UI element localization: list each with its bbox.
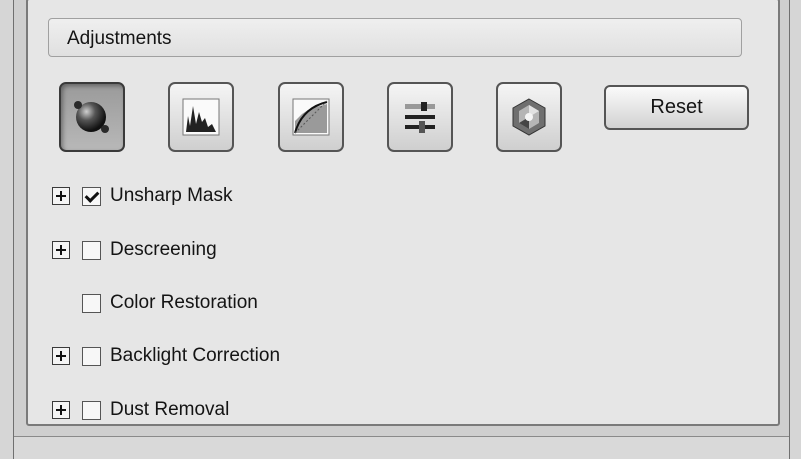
auto-exposure-icon — [71, 96, 113, 138]
backlight-correction-checkbox[interactable] — [82, 346, 101, 366]
expand-icon[interactable] — [52, 347, 70, 365]
option-backlight-correction: Backlight Correction — [52, 343, 280, 369]
histogram-icon — [180, 96, 222, 138]
descreening-checkbox[interactable] — [82, 240, 101, 260]
window-frame-right — [789, 0, 801, 459]
tone-curve-icon — [290, 96, 332, 138]
dust-removal-checkbox[interactable] — [82, 400, 101, 420]
window-frame-left — [0, 0, 14, 459]
image-adjustment-sliders-icon — [399, 96, 441, 138]
tone-correction-button[interactable] — [278, 82, 344, 152]
descreening-label[interactable]: Descreening — [110, 239, 217, 261]
expand-spacer — [52, 294, 70, 312]
section-title: Adjustments — [67, 28, 172, 49]
window-footer-strip — [14, 436, 789, 459]
color-palette-icon — [508, 96, 550, 138]
auto-exposure-button[interactable] — [59, 82, 125, 152]
expand-icon[interactable] — [52, 401, 70, 419]
dust-removal-label[interactable]: Dust Removal — [110, 399, 229, 421]
option-dust-removal: Dust Removal — [52, 397, 229, 423]
unsharp-mask-label[interactable]: Unsharp Mask — [110, 185, 233, 207]
color-restoration-label[interactable]: Color Restoration — [110, 292, 258, 314]
expand-icon[interactable] — [52, 241, 70, 259]
expand-icon[interactable] — [52, 187, 70, 205]
option-unsharp-mask: Unsharp Mask — [52, 183, 233, 209]
option-color-restoration: Color Restoration — [52, 290, 258, 316]
backlight-correction-label[interactable]: Backlight Correction — [110, 345, 280, 367]
adjustments-section-header[interactable]: Adjustments — [48, 18, 742, 57]
color-palette-button[interactable] — [496, 82, 562, 152]
option-descreening: Descreening — [52, 237, 217, 263]
histogram-adjustment-button[interactable] — [168, 82, 234, 152]
color-restoration-checkbox[interactable] — [82, 293, 101, 313]
image-adjustment-button[interactable] — [387, 82, 453, 152]
reset-button[interactable]: Reset — [604, 85, 749, 130]
unsharp-mask-checkbox[interactable] — [82, 186, 101, 206]
